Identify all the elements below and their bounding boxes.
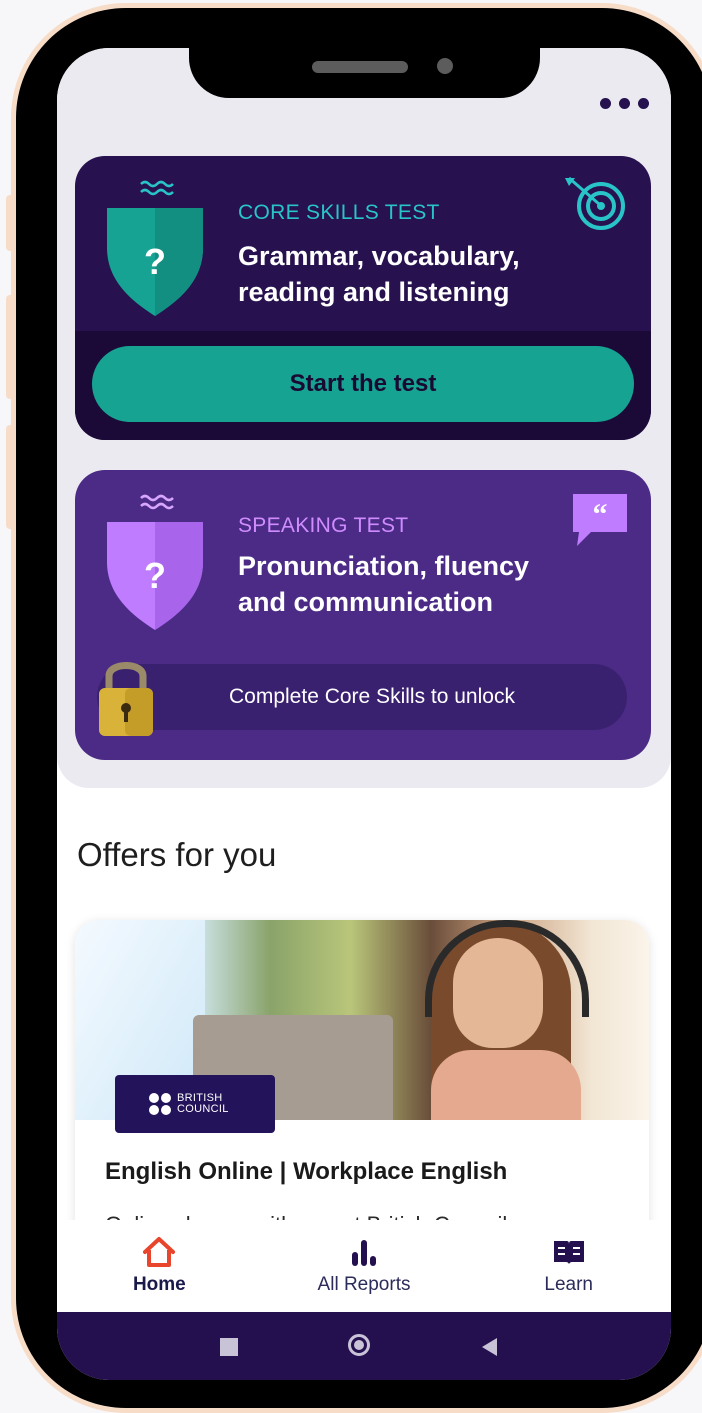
speaking-shield-glyph: ?	[144, 555, 166, 596]
nav-item-learn[interactable]: Learn	[466, 1220, 671, 1312]
speaking-test-card: ? “ SPEAKING TEST Pronunciation, fluency…	[75, 470, 651, 760]
start-test-button[interactable]: Start the test	[92, 346, 634, 422]
core-shield-glyph: ?	[144, 241, 166, 282]
home-circle-icon[interactable]	[348, 1334, 370, 1356]
bar-chart-icon	[352, 1240, 376, 1266]
nav-item-home[interactable]: Home	[57, 1220, 262, 1312]
nav-label-home: Home	[132, 1274, 186, 1295]
speech-bubble-icon: “	[573, 494, 627, 546]
home-icon	[143, 1237, 176, 1267]
shield-question-icon: ?	[107, 180, 203, 316]
offers-section-title: Offers for you	[77, 836, 277, 873]
front-camera	[437, 58, 453, 74]
recents-icon[interactable]	[220, 1338, 238, 1356]
back-icon[interactable]	[482, 1338, 497, 1356]
brand-line-2: COUNCIL	[177, 1103, 229, 1115]
core-skills-card: ? CORE SKILLS TEST Grammar, vocabulary, …	[75, 156, 651, 440]
quote-glyph: “	[593, 498, 608, 531]
core-test-kicker: CORE SKILLS TEST	[238, 201, 440, 224]
nav-item-all-reports[interactable]: All Reports	[262, 1220, 467, 1312]
speaker-grille	[312, 61, 408, 73]
phone-notch	[189, 8, 540, 98]
padlock-icon	[99, 662, 153, 736]
app-screen: ? CORE SKILLS TEST Grammar, vocabulary, …	[57, 48, 671, 1380]
core-test-headline: Grammar, vocabulary, reading and listeni…	[238, 241, 520, 307]
offer-title: English Online | Workplace English	[105, 1158, 508, 1185]
locked-status-bar: Complete Core Skills to unlock	[97, 664, 627, 730]
tests-panel: ? CORE SKILLS TEST Grammar, vocabulary, …	[57, 48, 671, 788]
speaking-test-kicker: SPEAKING TEST	[238, 514, 409, 537]
lock-message: Complete Core Skills to unlock	[229, 685, 515, 708]
bottom-navigation: Home All Reports Learn	[57, 1220, 671, 1312]
speaking-test-headline: Pronunciation, fluency and communication	[238, 551, 530, 617]
target-icon	[565, 176, 625, 230]
system-navigation-bar	[57, 1312, 671, 1380]
book-icon	[553, 1241, 584, 1264]
nav-label-all-reports: All Reports	[317, 1274, 411, 1295]
nav-label-learn: Learn	[544, 1274, 593, 1295]
british-council-logo: BRITISH COUNCIL	[115, 1075, 275, 1133]
more-horizontal-icon[interactable]	[600, 98, 649, 109]
shield-question-icon: ?	[107, 494, 203, 630]
